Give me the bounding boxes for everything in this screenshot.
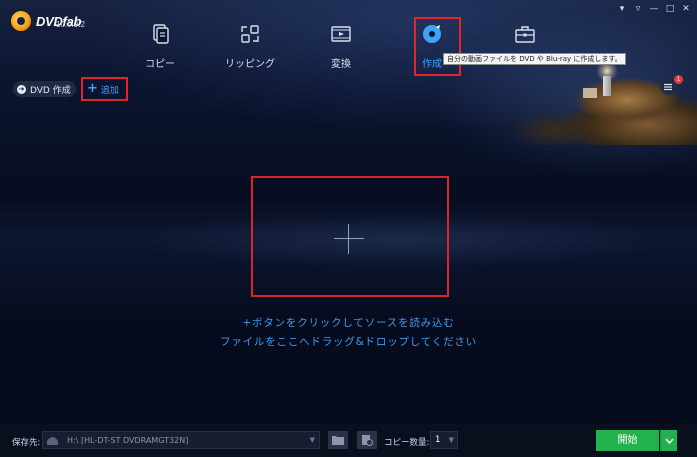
disc-drive-icon <box>46 434 59 446</box>
logo-icon <box>10 10 32 32</box>
app-version: 10.0.9.2 <box>56 20 85 29</box>
highlight-creator <box>414 17 461 76</box>
menu-icon[interactable]: ▿ <box>633 4 643 14</box>
drop-zone[interactable] <box>251 176 449 297</box>
nav-ripper-label: リッピング <box>225 59 275 70</box>
nav-converter-label: 変換 <box>331 59 351 70</box>
drop-hint-line1: +ボタンをクリックしてソースを読み込む <box>242 317 455 329</box>
nav-copy[interactable]: コピー <box>125 22 195 70</box>
copy-count-select[interactable]: 1 ▼ <box>430 431 458 449</box>
toolbox-icon <box>490 22 560 46</box>
nav-toolkit[interactable] <box>490 22 560 55</box>
nav-converter[interactable]: 変換 <box>306 22 376 70</box>
destination-value: H:\ [HL-DT-ST DVDRAMGT32N] <box>67 435 189 445</box>
copy-count-label: コピー数量: <box>384 438 430 448</box>
background-house <box>583 88 597 98</box>
save-to-label: 保存先: <box>12 438 41 448</box>
copy-icon <box>125 22 195 46</box>
minimize-icon[interactable]: — <box>649 4 659 14</box>
destination-select[interactable]: H:\ [HL-DT-ST DVDRAMGT32N] ▼ <box>42 431 320 449</box>
chevron-down-icon: ▼ <box>448 436 454 444</box>
video-icon <box>306 22 376 46</box>
task-count-badge: 1 <box>674 75 683 84</box>
ripper-icon <box>215 22 285 46</box>
arrow-right-icon: ➜ <box>17 84 26 94</box>
start-options-button[interactable] <box>660 430 677 451</box>
highlight-add <box>81 77 128 101</box>
close-icon[interactable]: ✕ <box>681 4 691 14</box>
drop-add-plus-icon <box>334 238 364 239</box>
lighthouse <box>603 76 611 96</box>
app-window: ▾ ▿ — □ ✕ DVDfab 10.0.9.2 コピー リッピング 変換 作… <box>0 0 697 457</box>
iso-file-icon <box>362 435 373 446</box>
drop-hint-line2: ファイルをここへドラッグ&ドロップしてください <box>220 336 477 348</box>
window-controls: ▾ ▿ — □ ✕ <box>617 4 691 14</box>
drop-add-plus-icon-vertical <box>348 224 349 254</box>
nav-copy-label: コピー <box>145 59 175 70</box>
chevron-down-icon: ▼ <box>309 436 315 444</box>
skin-icon[interactable]: ▾ <box>617 4 627 14</box>
creator-tooltip: 自分の動画ファイルを DVD や Blu-ray に作成します。 <box>443 53 626 65</box>
browse-folder-button[interactable] <box>328 431 348 449</box>
nav-ripper[interactable]: リッピング <box>215 22 285 70</box>
folder-icon <box>332 436 344 445</box>
copy-count-value: 1 <box>435 435 441 445</box>
mode-dvd-creator-button[interactable]: ➜ DVD 作成 <box>13 81 76 97</box>
iso-image-button[interactable] <box>357 431 377 449</box>
start-button[interactable]: 開始 <box>596 430 659 451</box>
mode-label: DVD 作成 <box>30 85 71 96</box>
maximize-icon[interactable]: □ <box>665 4 675 14</box>
chevron-down-icon <box>664 438 674 444</box>
